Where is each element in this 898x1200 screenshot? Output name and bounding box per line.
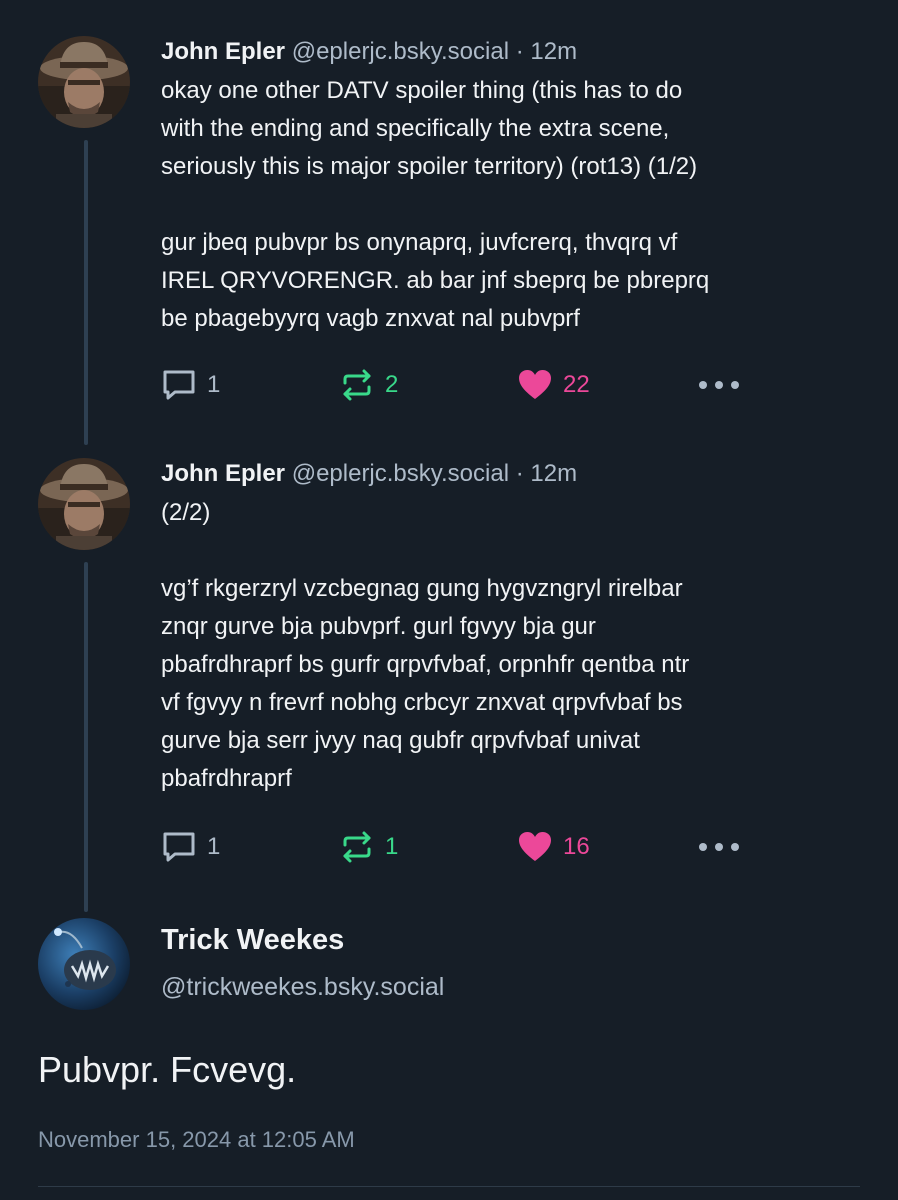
- repost-count: 2: [385, 371, 399, 398]
- more-options-button[interactable]: [697, 365, 741, 405]
- heart-icon: [517, 829, 553, 865]
- speech-bubble-icon: [161, 829, 197, 865]
- main-author: Trick Weekes @trickweekes.bsky.social: [161, 920, 444, 1004]
- post-actions: 1 2 22: [161, 365, 761, 405]
- ellipsis-icon: [697, 379, 741, 391]
- post-time[interactable]: 12m: [530, 460, 577, 487]
- author-handle[interactable]: @eplerjc.bsky.social: [292, 38, 509, 65]
- thread-line: [84, 562, 88, 912]
- post-timestamp[interactable]: November 15, 2024 at 12:05 AM: [38, 1124, 355, 1156]
- text-line: (2/2): [161, 499, 211, 526]
- post-1: John Epler @eplerjc.bsky.social · 12m ok…: [161, 36, 858, 338]
- author-name[interactable]: Trick Weekes: [161, 920, 444, 960]
- like-button[interactable]: 22: [517, 365, 590, 405]
- like-count: 16: [563, 833, 590, 860]
- like-button[interactable]: 16: [517, 827, 590, 867]
- author-name[interactable]: John Epler: [161, 38, 285, 65]
- author-handle[interactable]: @eplerjc.bsky.social: [292, 460, 509, 487]
- post-text: Pubvpr. Fcvevg.: [38, 1049, 297, 1090]
- text-line: vf fgvyy n frevrf nobhg crbcyr znxvat qr…: [161, 689, 683, 716]
- avatar[interactable]: [38, 458, 130, 550]
- thread-line: [84, 140, 88, 445]
- post-actions: 1 1 16: [161, 827, 761, 867]
- text-line: pbafrdhraprf: [161, 765, 292, 792]
- text-line: znqr gurve bja pubvprf. gurl fgvyy bja g…: [161, 613, 596, 640]
- repost-arrows-icon: [339, 367, 375, 403]
- avatar[interactable]: [38, 918, 130, 1010]
- text-line: pbafrdhraprf bs gurfr qrpvfvbaf, orpnhfr…: [161, 651, 690, 678]
- post-header: John Epler @eplerjc.bsky.social · 12m: [161, 36, 858, 68]
- speech-bubble-icon: [161, 367, 197, 403]
- divider: [38, 1186, 860, 1187]
- post-2: John Epler @eplerjc.bsky.social · 12m (2…: [161, 458, 858, 798]
- heart-icon: [517, 367, 553, 403]
- more-options-button[interactable]: [697, 827, 741, 867]
- text-line: with the ending and specifically the ext…: [161, 115, 670, 142]
- repost-button[interactable]: 2: [339, 365, 398, 405]
- reply-button[interactable]: 1: [161, 365, 220, 405]
- reply-count: 1: [207, 833, 221, 860]
- post-time[interactable]: 12m: [530, 38, 577, 65]
- repost-button[interactable]: 1: [339, 827, 398, 867]
- text-line: be pbagebyyrq vagb znxvat nal pubvprf: [161, 305, 580, 332]
- author-handle[interactable]: @trickweekes.bsky.social: [161, 970, 444, 1004]
- text-line: gur jbeq pubvpr bs onynaprq, juvfcrerq, …: [161, 229, 678, 256]
- reply-button[interactable]: 1: [161, 827, 220, 867]
- text-line: gurve bja serr jvyy naq gubfr qrpvfvbaf …: [161, 727, 640, 754]
- avatar[interactable]: [38, 36, 130, 128]
- text-line: seriously this is major spoiler territor…: [161, 153, 698, 180]
- separator-dot: ·: [515, 38, 524, 65]
- repost-count: 1: [385, 833, 399, 860]
- post-text: (2/2) vg’f rkgerzryl vzcbegnag gung hygv…: [161, 494, 858, 798]
- reply-count: 1: [207, 371, 221, 398]
- text-line: okay one other DATV spoiler thing (this …: [161, 77, 683, 104]
- post-header: John Epler @eplerjc.bsky.social · 12m: [161, 458, 858, 490]
- separator-dot: ·: [515, 460, 524, 487]
- ellipsis-icon: [697, 841, 741, 853]
- post-text: okay one other DATV spoiler thing (this …: [161, 72, 858, 338]
- text-line: vg’f rkgerzryl vzcbegnag gung hygvzngryl…: [161, 575, 683, 602]
- author-name[interactable]: John Epler: [161, 460, 285, 487]
- text-line: IREL QRYVORENGR. ab bar jnf sbeprq be pb…: [161, 267, 710, 294]
- repost-arrows-icon: [339, 829, 375, 865]
- like-count: 22: [563, 371, 590, 398]
